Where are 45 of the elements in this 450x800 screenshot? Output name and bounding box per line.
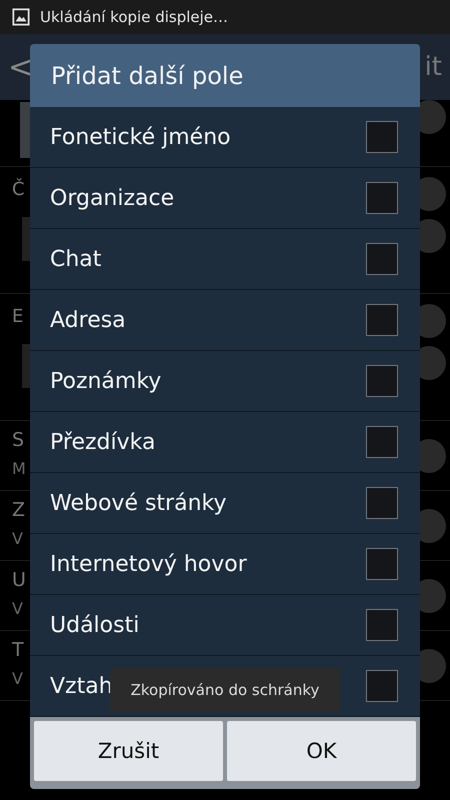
item-sublabel: V	[12, 529, 23, 548]
option-row[interactable]: Přezdívka	[30, 412, 420, 473]
checkbox[interactable]	[366, 487, 398, 519]
option-row[interactable]: Fonetické jméno	[30, 107, 420, 168]
option-row[interactable]: Organizace	[30, 168, 420, 229]
checkbox[interactable]	[366, 243, 398, 275]
option-label: Chat	[50, 246, 102, 272]
option-label: Poznámky	[50, 368, 162, 394]
option-label: Události	[50, 612, 140, 638]
checkbox[interactable]	[366, 365, 398, 397]
field-label: E	[12, 306, 24, 327]
checkbox[interactable]	[366, 426, 398, 458]
dialog-title: Přidat další pole	[30, 44, 420, 107]
toast: Zkopírováno do schránky	[110, 668, 340, 712]
checkbox[interactable]	[366, 548, 398, 580]
item-sublabel: V	[12, 669, 23, 688]
option-label: Fonetické jméno	[50, 124, 231, 150]
checkbox[interactable]	[366, 121, 398, 153]
option-row[interactable]: Poznámky	[30, 351, 420, 412]
option-row[interactable]: Internetový hovor	[30, 534, 420, 595]
option-label: Webové stránky	[50, 490, 227, 516]
dialog-button[interactable]: OK	[227, 721, 416, 781]
item-label: T	[12, 639, 24, 661]
option-label: Přezdívka	[50, 430, 156, 454]
option-label: Vztah	[50, 674, 113, 698]
notification-text: Ukládání kopie displeje…	[40, 8, 228, 26]
option-row[interactable]: Webové stránky	[30, 473, 420, 534]
item-sublabel: M	[12, 459, 26, 478]
checkbox[interactable]	[366, 182, 398, 214]
option-row[interactable]: Události	[30, 595, 420, 656]
item-label: U	[12, 569, 26, 591]
field-label: Č	[12, 179, 25, 200]
item-sublabel: V	[12, 599, 23, 618]
checkbox[interactable]	[366, 304, 398, 336]
item-label: Z	[12, 499, 26, 521]
option-label: Internetový hovor	[50, 552, 247, 576]
dialog-button[interactable]: Zrušit	[34, 721, 223, 781]
checkbox[interactable]	[366, 670, 398, 702]
option-label: Organizace	[50, 186, 174, 210]
option-label: Adresa	[50, 308, 126, 332]
option-row[interactable]: Chat	[30, 229, 420, 290]
checkbox[interactable]	[366, 609, 398, 641]
image-icon	[12, 8, 30, 26]
option-row[interactable]: Adresa	[30, 290, 420, 351]
item-label: S	[12, 429, 24, 451]
